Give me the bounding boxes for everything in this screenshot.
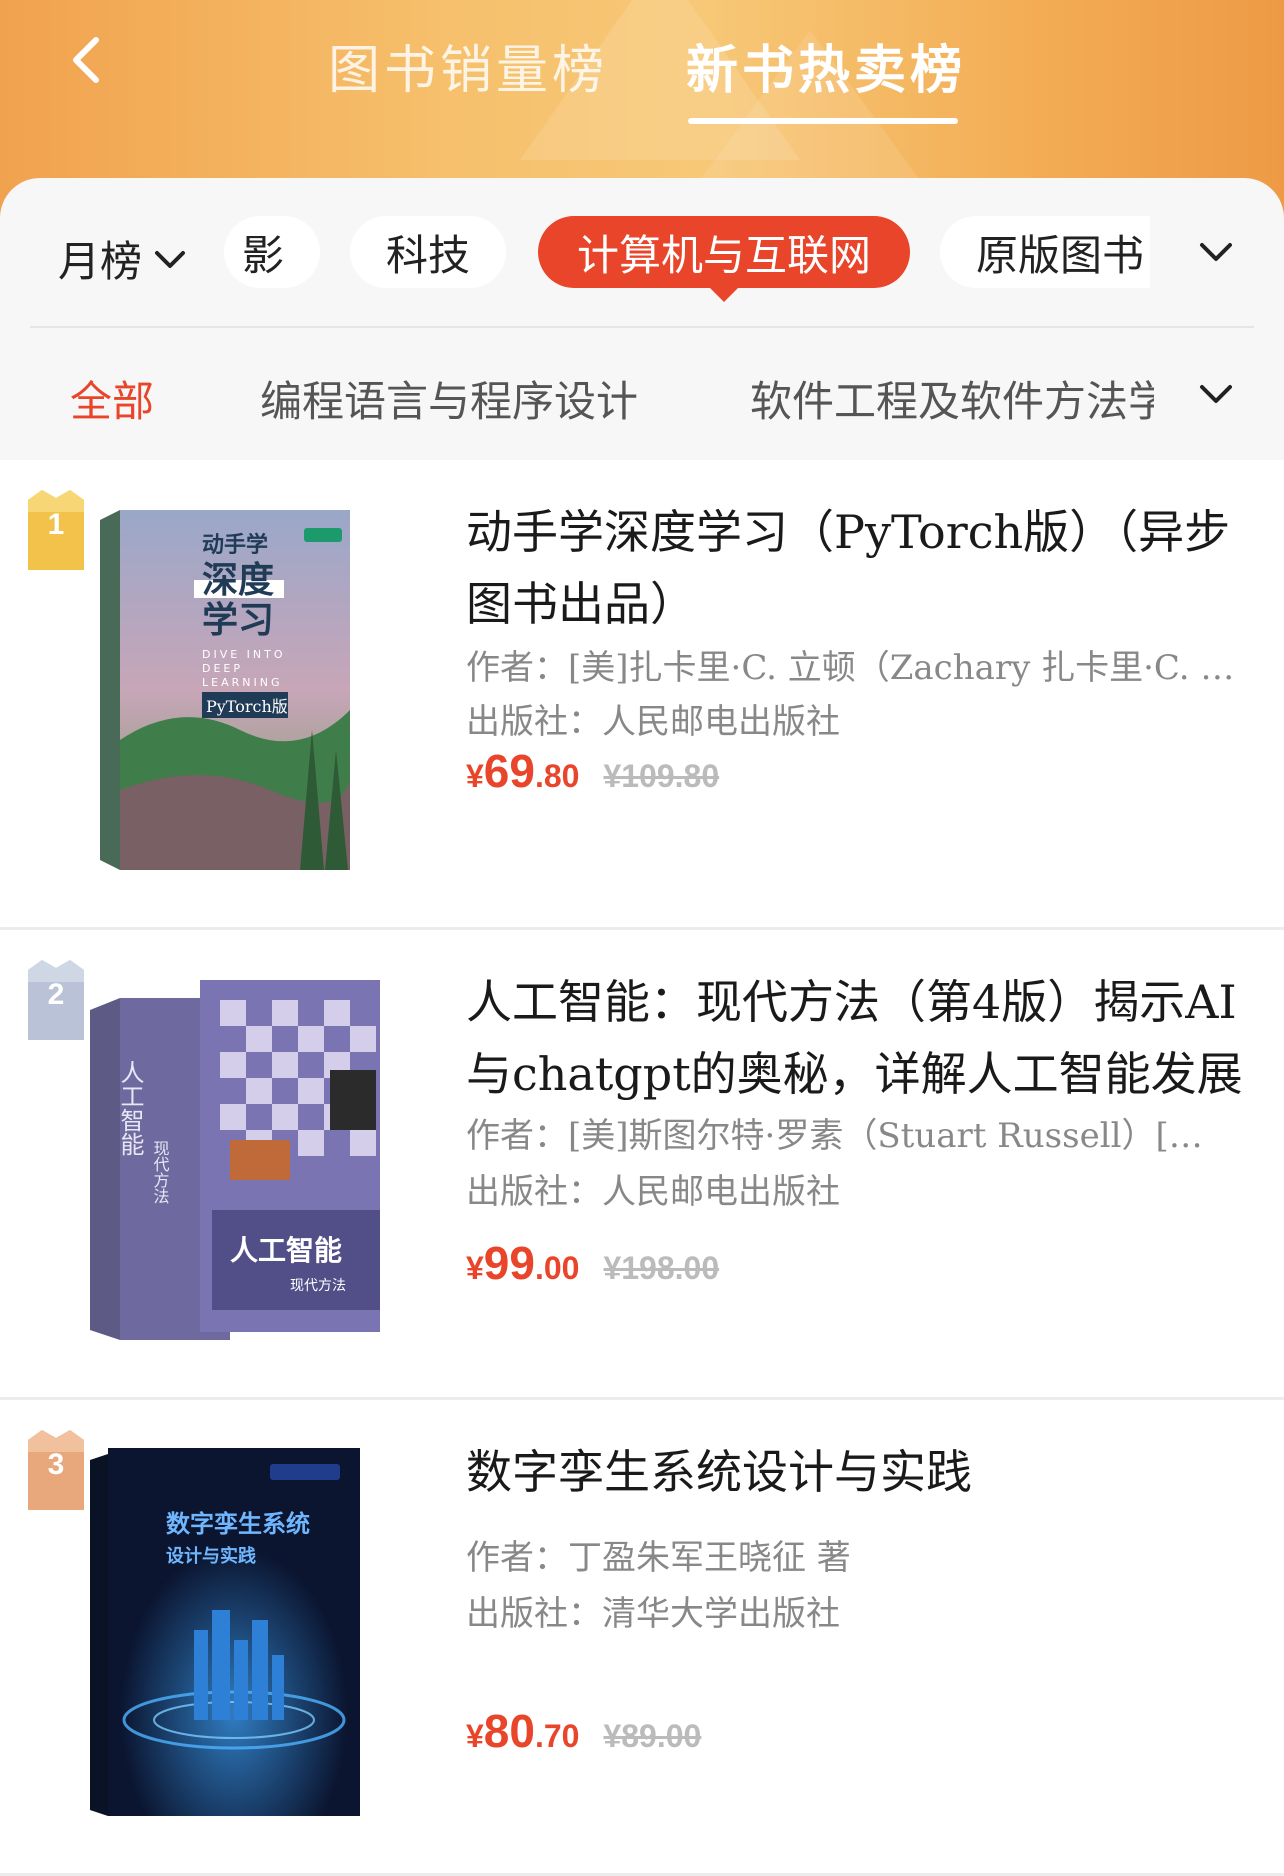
filter-panel: 月榜 影 科技 计算机与互联网 原版图书 全部 编程语言与程序设计 软件工程及软… [0,178,1284,460]
subcategory-all[interactable]: 全部 [70,368,154,429]
cover-text: DEEP [202,662,243,675]
current-price: ¥99.00 [466,1237,580,1289]
category-chip-original-books[interactable]: 原版图书 [940,216,1150,288]
chevron-down-icon [155,250,186,268]
cover-text: 现代方法 [290,1278,346,1294]
chevron-left-icon [73,37,99,83]
rank-number: 2 [47,978,65,1011]
book-author: 作者：丁盈朱军王晓征 著 [466,1538,851,1578]
original-price: ¥198.00 [603,1250,720,1286]
price-row: ¥69.80 ¥109.80 [466,744,719,798]
current-price: ¥80.70 [466,1705,580,1757]
tab-new-books-rank[interactable]: 新书热卖榜 [686,28,966,103]
tab-sales-rank[interactable]: 图书销量榜 [328,28,608,103]
rank-badge-bronze: 3 [28,1430,84,1510]
category-chip-tech[interactable]: 科技 [350,216,506,288]
active-tab-indicator [688,118,958,124]
cover-text: 设计与实践 [166,1545,256,1567]
book-cover-image[interactable]: 人工智能 现代方法 人工智能 现代方法 [90,970,390,1350]
subcategory-programming[interactable]: 编程语言与程序设计 [260,368,638,429]
book-publisher: 出版社：人民邮电出版社 [466,702,840,742]
current-price: ¥69.80 [466,745,580,797]
cover-spine-text: 人工智能 [116,1060,144,1156]
cover-spine-text: 现代方法 [151,1140,170,1204]
book-author: 作者：[美]扎卡里·C. 立顿（Zachary 扎卡里·C. 立顿） [466,648,1236,688]
subcategory-software-engineering[interactable]: 软件工程及软件方法学 [750,368,1154,429]
book-list-item[interactable]: 3 数字孪生系统 设计与实践 数字孪生系统设计与实践 作者：丁盈朱军王晓征 著 [0,1400,1284,1876]
book-author: 作者：[美]斯图尔特·罗素（Stuart Russell）[美]彼得·诺维格 [466,1116,1236,1156]
book-publisher: 出版社：人民邮电出版社 [466,1172,840,1212]
cover-text: 学习 [202,599,274,641]
cover-text: PyTorch版 [206,697,288,716]
cover-text: DIVE INTO [202,648,286,661]
cover-text: LEARNING [202,676,282,689]
divider [30,326,1254,328]
expand-categories-button[interactable] [1196,232,1236,272]
back-button[interactable] [60,30,120,90]
category-chip-film[interactable]: 影 [224,216,320,288]
book-title[interactable]: 动手学深度学习（PyTorch版）（异步图书出品） [466,496,1256,640]
original-price: ¥89.00 [603,1718,702,1754]
price-row: ¥99.00 ¥198.00 [466,1236,719,1290]
book-cover-image[interactable]: 数字孪生系统 设计与实践 [90,1440,390,1820]
book-publisher: 出版社：清华大学出版社 [466,1594,840,1634]
expand-subcategories-button[interactable] [1196,374,1236,414]
period-dropdown[interactable]: 月榜 [58,228,188,289]
book-list-item[interactable]: 1 动手学 深度 学习 DIVE INTO DEEP LEARNING PyTo… [0,460,1284,930]
rank-badge-silver: 2 [28,960,84,1040]
cover-text: 动手学 [202,532,268,558]
chevron-down-icon [1200,243,1232,261]
rank-badge-gold: 1 [28,490,84,570]
book-cover-image[interactable]: 动手学 深度 学习 DIVE INTO DEEP LEARNING PyTorc… [90,500,390,880]
period-label: 月榜 [58,237,143,286]
price-row: ¥80.70 ¥89.00 [466,1704,701,1758]
book-title[interactable]: 数字孪生系统设计与实践 [466,1436,1256,1508]
category-chip-computer-internet[interactable]: 计算机与互联网 [538,216,910,302]
original-price: ¥109.80 [603,758,720,794]
rank-number: 1 [47,508,65,541]
book-title[interactable]: 人工智能：现代方法（第4版）揭示AI与chatgpt的奥秘，详解人工智能发展 [466,966,1256,1110]
cover-text: 人工智能 [230,1234,342,1267]
rank-number: 3 [47,1448,65,1481]
cover-text: 数字孪生系统 [166,1510,310,1538]
cover-text: 深度 [202,559,274,601]
chevron-down-icon [1200,385,1232,403]
book-list-item[interactable]: 2 人工智能 现代方法 人工智能 现代方法 人工智能：现代方法（第4版）揭示AI… [0,930,1284,1400]
